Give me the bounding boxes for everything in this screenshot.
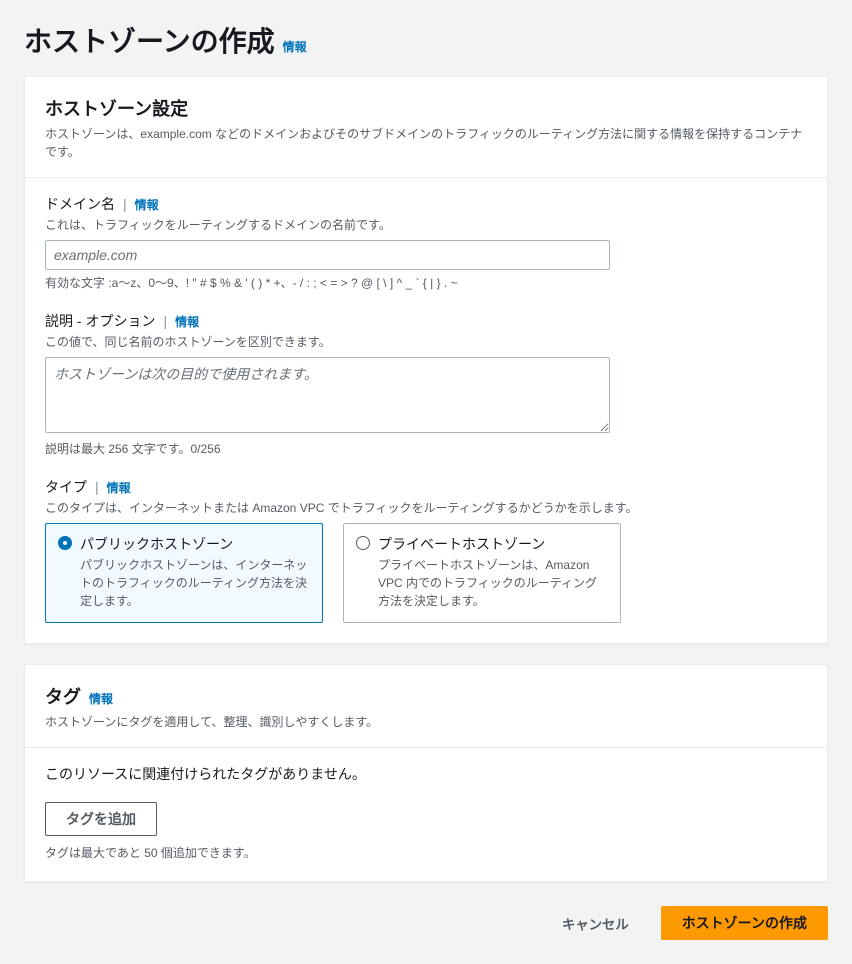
type-public-title: パブリックホストゾーン bbox=[80, 534, 310, 554]
tags-panel-title: タグ bbox=[45, 683, 81, 709]
tags-info-link[interactable]: 情報 bbox=[89, 690, 113, 707]
add-tag-button[interactable]: タグを追加 bbox=[45, 802, 157, 836]
domain-name-group: ドメイン名 | 情報 これは、トラフィックをルーティングするドメインの名前です。… bbox=[45, 194, 807, 291]
config-panel-desc: ホストゾーンは、example.com などのドメインおよびそのサブドメインのト… bbox=[45, 125, 807, 161]
domain-name-label: ドメイン名 bbox=[45, 194, 115, 214]
radio-selected-icon bbox=[58, 536, 72, 550]
description-label: 説明 - オプション bbox=[45, 311, 155, 331]
domain-name-help: これは、トラフィックをルーティングするドメインの名前です。 bbox=[45, 216, 807, 234]
radio-unselected-icon bbox=[356, 536, 370, 550]
description-group: 説明 - オプション | 情報 この値で、同じ名前のホストゾーンを区別できます。… bbox=[45, 311, 807, 457]
type-info-link[interactable]: 情報 bbox=[107, 479, 131, 496]
config-panel: ホストゾーン設定 ホストゾーンは、example.com などのドメインおよびそ… bbox=[24, 76, 828, 644]
page-title: ホストゾーンの作成 bbox=[24, 20, 275, 60]
domain-name-info-link[interactable]: 情報 bbox=[135, 196, 159, 213]
type-group: タイプ | 情報 このタイプは、インターネットまたは Amazon VPC でト… bbox=[45, 477, 807, 623]
type-public-radio[interactable]: パブリックホストゾーン パブリックホストゾーンは、インターネットのトラフィックの… bbox=[45, 523, 323, 623]
type-private-radio[interactable]: プライベートホストゾーン プライベートホストゾーンは、Amazon VPC 内で… bbox=[343, 523, 621, 623]
tags-panel-desc: ホストゾーンにタグを適用して、整理、識別しやすくします。 bbox=[45, 713, 807, 731]
description-input[interactable] bbox=[45, 357, 610, 433]
tags-panel: タグ 情報 ホストゾーンにタグを適用して、整理、識別しやすくします。 このリソー… bbox=[24, 664, 828, 882]
tags-hint: タグは最大であと 50 個追加できます。 bbox=[45, 844, 807, 861]
type-help: このタイプは、インターネットまたは Amazon VPC でトラフィックをルーテ… bbox=[45, 499, 807, 517]
type-private-title: プライベートホストゾーン bbox=[378, 534, 608, 554]
description-constraint: 説明は最大 256 文字です。0/256 bbox=[45, 440, 807, 457]
page-info-link[interactable]: 情報 bbox=[283, 38, 307, 55]
tags-empty-text: このリソースに関連付けられたタグがありません。 bbox=[45, 764, 807, 784]
create-hosted-zone-button[interactable]: ホストゾーンの作成 bbox=[661, 906, 828, 940]
type-private-desc: プライベートホストゾーンは、Amazon VPC 内でのトラフィックのルーティン… bbox=[378, 556, 608, 610]
description-help: この値で、同じ名前のホストゾーンを区別できます。 bbox=[45, 333, 807, 351]
domain-name-input[interactable] bbox=[45, 240, 610, 270]
description-info-link[interactable]: 情報 bbox=[175, 313, 199, 330]
footer-actions: キャンセル ホストゾーンの作成 bbox=[24, 902, 828, 944]
type-label: タイプ bbox=[45, 477, 87, 497]
domain-name-constraint: 有効な文字 :a～z、0～9、! " # $ % & ' ( ) * +、- /… bbox=[45, 274, 807, 291]
cancel-button[interactable]: キャンセル bbox=[542, 908, 649, 939]
config-panel-title: ホストゾーン設定 bbox=[45, 95, 188, 121]
type-public-desc: パブリックホストゾーンは、インターネットのトラフィックのルーティング方法を決定し… bbox=[80, 556, 310, 610]
